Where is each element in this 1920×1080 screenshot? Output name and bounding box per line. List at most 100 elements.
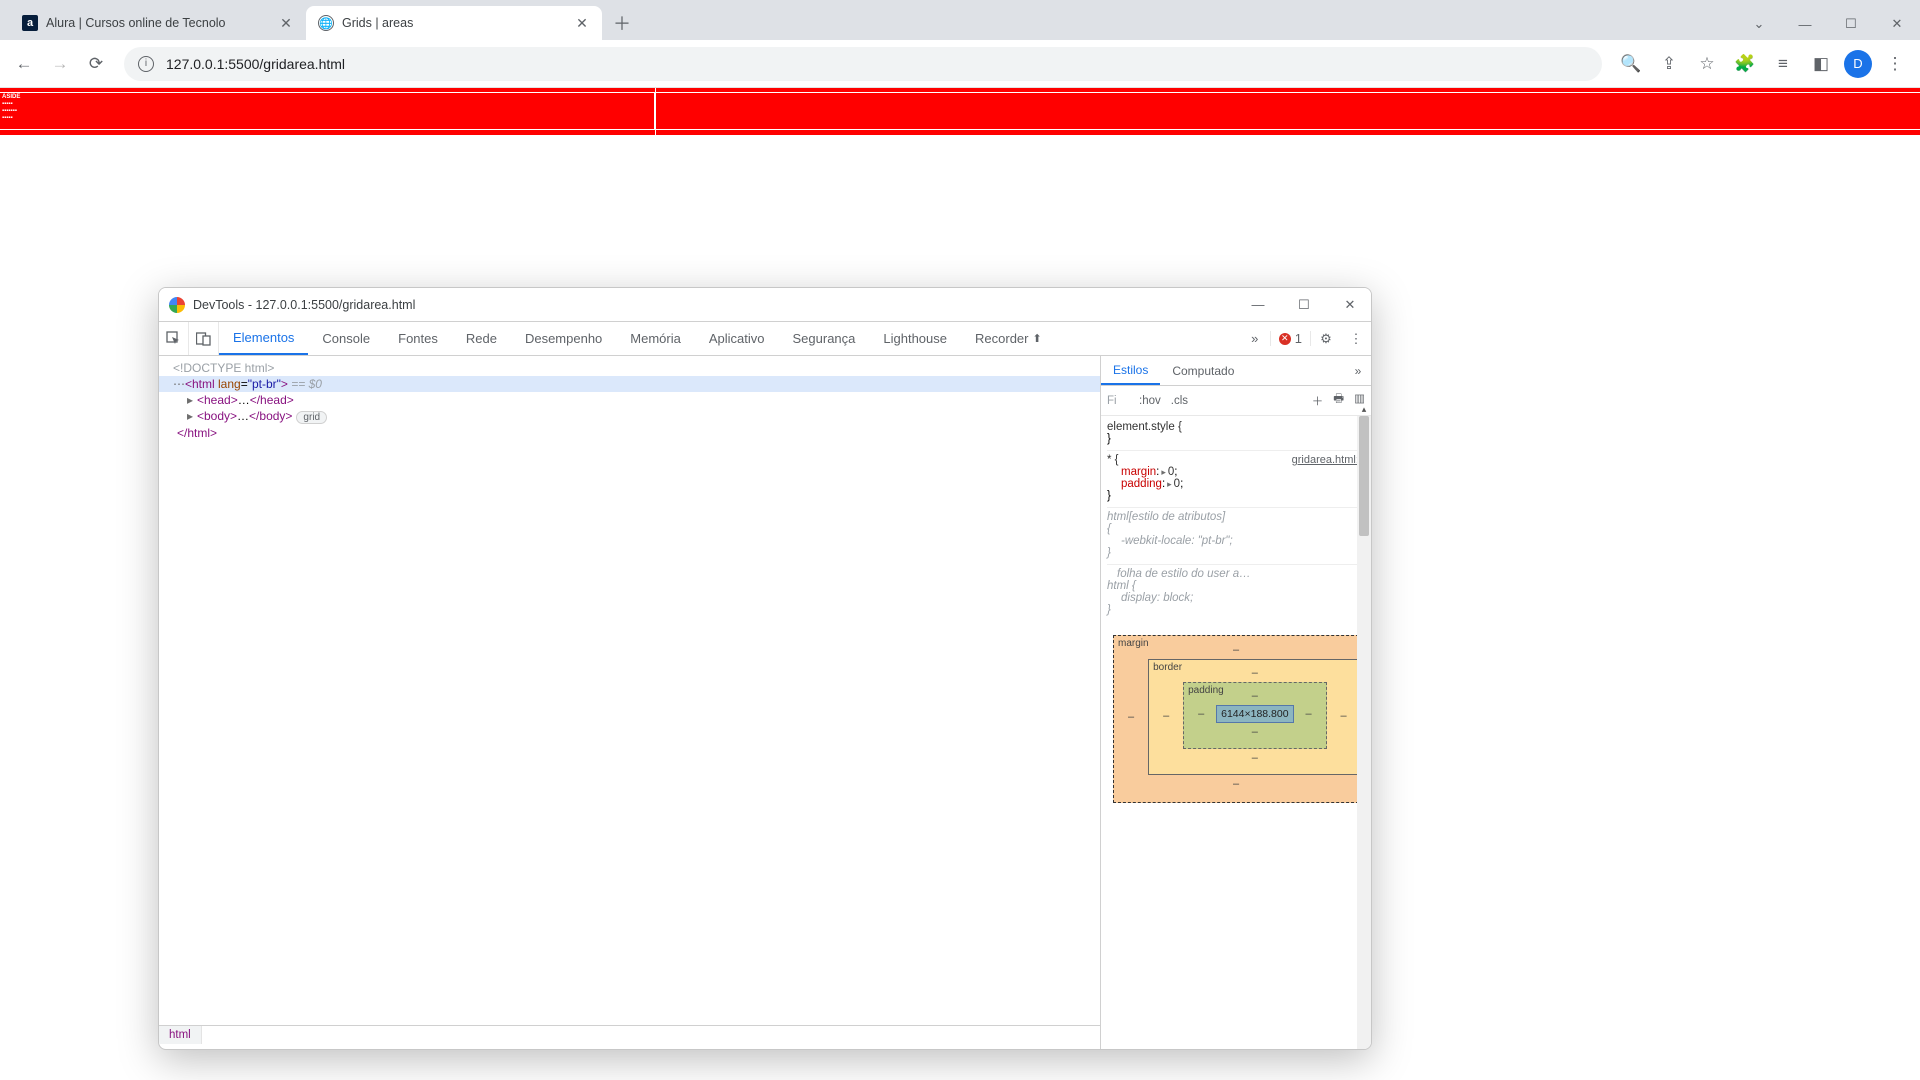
padding-right-value: – [1304, 708, 1314, 720]
border-right-value: – [1339, 710, 1349, 722]
browser-tab-1[interactable]: 🌐 Grids | areas ✕ [306, 6, 602, 40]
grid-aside-cell: ASIDE▪▪▪▪▪▪▪▪▪▪▪▪▪▪▪▪▪ [0, 93, 656, 129]
rule-close: } [1107, 433, 1365, 445]
settings-gear-icon[interactable]: ⚙ [1311, 331, 1341, 347]
dom-html-close: </html> [159, 425, 1100, 441]
dom-head[interactable]: ▸<head>…</head> [159, 392, 1100, 408]
boxmodel-content-size: 6144×188.800 [1216, 705, 1293, 723]
boxmodel-border-label: border [1153, 662, 1182, 673]
aside-heading: ASIDE [2, 94, 20, 100]
rule-html-attr: html[estilo de atributos] [1107, 511, 1365, 523]
devtools-kebab-icon[interactable]: ⋮ [1341, 331, 1371, 347]
padding-bottom-value: – [1196, 726, 1313, 738]
chevron-down-icon[interactable]: ⌄ [1736, 8, 1782, 40]
close-icon[interactable]: ✕ [574, 15, 590, 31]
rule-close: } [1107, 604, 1365, 616]
kebab-menu-icon[interactable]: ⋮ [1880, 49, 1910, 79]
window-minimize-icon[interactable]: ― [1247, 297, 1269, 313]
border-left-value: – [1161, 710, 1171, 722]
border-bottom-value: – [1161, 752, 1348, 764]
error-dot-icon: ✕ [1279, 333, 1291, 345]
tab-console[interactable]: Console [308, 322, 384, 355]
dom-body[interactable]: ▸<body>…</body>grid [159, 408, 1100, 425]
styles-panel: Estilos Computado » Fi :hov .cls ＋ 🖶 ▥ e… [1101, 356, 1371, 1049]
reading-list-icon[interactable]: ≡ [1768, 49, 1798, 79]
error-counter[interactable]: ✕ 1 [1270, 331, 1311, 346]
bookmark-icon[interactable]: ☆ [1692, 49, 1722, 79]
device-toolbar-icon[interactable] [189, 322, 219, 355]
computed-toggle-icon[interactable]: 🖶 [1333, 391, 1344, 410]
margin-top-value: – [1128, 644, 1344, 656]
tab-title: Alura | Cursos online de Tecnolo [46, 16, 278, 30]
profile-avatar[interactable]: D [1844, 50, 1872, 78]
tab-elementos[interactable]: Elementos [219, 322, 308, 355]
forward-button[interactable]: → [46, 50, 74, 78]
rule-html-selector: html { [1107, 580, 1365, 592]
browser-tabstrip: a Alura | Cursos online de Tecnolo ✕ 🌐 G… [0, 0, 1920, 40]
scrollbar-thumb[interactable] [1359, 416, 1369, 536]
tab-lighthouse[interactable]: Lighthouse [869, 322, 961, 355]
browser-tab-0[interactable]: a Alura | Cursos online de Tecnolo ✕ [10, 6, 306, 40]
rule-element-style: element.style { [1107, 421, 1365, 433]
zoom-icon[interactable]: 🔍 [1616, 49, 1646, 79]
boxmodel-margin-label: margin [1118, 638, 1149, 649]
styles-scrollbar[interactable]: ▴ [1357, 416, 1371, 1049]
window-close-icon[interactable]: ✕ [1339, 297, 1361, 313]
devtools-titlebar[interactable]: DevTools - 127.0.0.1:5500/gridarea.html … [159, 288, 1371, 322]
extensions-icon[interactable]: 🧩 [1730, 49, 1760, 79]
more-styles-tabs-icon[interactable]: » [1345, 356, 1371, 385]
box-model-diagram[interactable]: margin – – border – – padding [1107, 621, 1365, 809]
tab-fontes[interactable]: Fontes [384, 322, 452, 355]
styles-filter-input[interactable]: Fi [1107, 395, 1129, 407]
window-maximize-icon[interactable]: ☐ [1828, 8, 1874, 40]
window-maximize-icon[interactable]: ☐ [1293, 297, 1315, 313]
border-top-value: – [1161, 667, 1348, 679]
grid-badge[interactable]: grid [296, 411, 327, 424]
cls-toggle[interactable]: .cls [1171, 395, 1188, 407]
error-count-text: 1 [1295, 331, 1302, 346]
margin-bottom-value: – [1128, 778, 1344, 790]
favicon-globe-icon: 🌐 [318, 15, 334, 31]
tab-estilos[interactable]: Estilos [1101, 356, 1160, 385]
scroll-up-icon[interactable]: ▴ [1357, 402, 1371, 416]
tab-aplicativo[interactable]: Aplicativo [695, 322, 779, 355]
dom-tree[interactable]: <!DOCTYPE html> ⋯<html lang="pt-br"> == … [159, 356, 1100, 1025]
margin-left-value: – [1128, 711, 1134, 723]
inspect-element-icon[interactable] [159, 322, 189, 355]
tab-computado[interactable]: Computado [1160, 356, 1246, 385]
share-icon[interactable]: ⇪ [1654, 49, 1684, 79]
breadcrumb[interactable]: html [159, 1025, 1100, 1049]
devtools-panel-tabs: Elementos Console Fontes Rede Desempenho… [159, 322, 1371, 356]
tab-seguranca[interactable]: Segurança [779, 322, 870, 355]
hov-toggle[interactable]: :hov [1139, 395, 1161, 407]
new-style-rule-icon[interactable]: ＋ [1312, 393, 1324, 409]
more-panels-icon[interactable]: » [1240, 331, 1270, 346]
side-panel-icon[interactable]: ◧ [1806, 49, 1836, 79]
window-close-icon[interactable]: ✕ [1874, 8, 1920, 40]
tab-rede[interactable]: Rede [452, 322, 511, 355]
tab-title: Grids | areas [342, 16, 574, 30]
rule-close: } [1107, 547, 1365, 559]
rule-source-link[interactable]: gridarea.html:9 [1292, 454, 1365, 466]
browser-toolbar: ← → ⟳ i 127.0.0.1:5500/gridarea.html 🔍 ⇪… [0, 40, 1920, 88]
devtools-title-text: DevTools - 127.0.0.1:5500/gridarea.html [193, 298, 415, 312]
tab-recorder[interactable]: Recorder⬆ [961, 322, 1056, 355]
elements-panel: <!DOCTYPE html> ⋯<html lang="pt-br"> == … [159, 356, 1101, 1049]
site-info-icon[interactable]: i [138, 56, 154, 72]
tab-desempenho[interactable]: Desempenho [511, 322, 616, 355]
new-tab-button[interactable]: ＋ [608, 9, 636, 37]
back-button[interactable]: ← [10, 50, 38, 78]
tab-memoria[interactable]: Memória [616, 322, 695, 355]
window-minimize-icon[interactable]: ― [1782, 8, 1828, 40]
favicon-alura-icon: a [22, 15, 38, 31]
address-bar[interactable]: i 127.0.0.1:5500/gridarea.html [124, 47, 1602, 81]
padding-left-value: – [1196, 708, 1206, 720]
chrome-logo-icon [169, 297, 185, 313]
page-viewport: ASIDE▪▪▪▪▪▪▪▪▪▪▪▪▪▪▪▪▪ [0, 88, 1920, 135]
dom-html-open[interactable]: ⋯<html lang="pt-br"> == $0 [159, 376, 1100, 392]
close-icon[interactable]: ✕ [278, 15, 294, 31]
rule-close: } [1107, 490, 1365, 502]
reload-button[interactable]: ⟳ [82, 50, 110, 78]
styles-rules[interactable]: element.style { } gridarea.html:9 * { ma… [1101, 416, 1371, 1049]
devtools-window: DevTools - 127.0.0.1:5500/gridarea.html … [158, 287, 1372, 1050]
